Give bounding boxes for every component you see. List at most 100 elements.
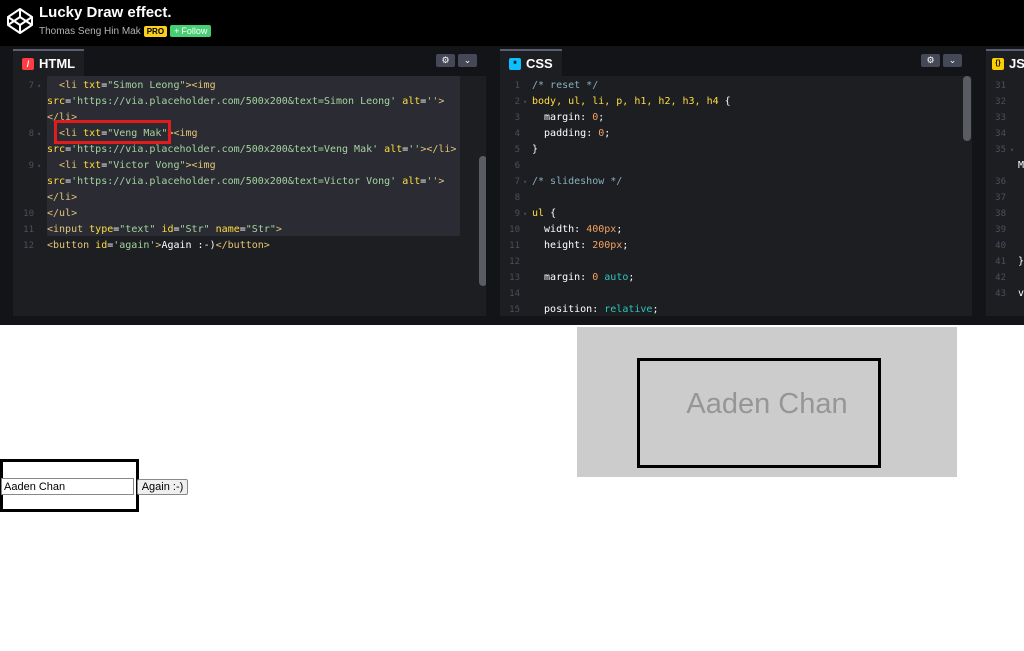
code-token: position: [532, 304, 593, 315]
code-line[interactable]: 9 ▾ ul {: [500, 206, 972, 222]
code-line[interactable]: 7 ▾ /* slideshow */: [500, 174, 972, 190]
code-token: width: [532, 224, 575, 235]
css-scroll-thumb[interactable]: [963, 76, 971, 141]
html-settings-gear-icon[interactable]: ⚙: [436, 54, 455, 67]
line-number: 38: [995, 209, 1006, 219]
code-line[interactable]: 12 <button id='again'>Again :-)</button>: [13, 238, 486, 254]
code-text: width: 400px;: [532, 222, 622, 238]
code-line[interactable]: 2 ▾ body, ul, li, p, h1, h2, h3, h4 {: [500, 94, 972, 110]
html-chevron-down-icon[interactable]: ⌄: [458, 54, 477, 67]
code-line[interactable]: 15 position: relative;: [500, 302, 972, 316]
tab-css[interactable]: * CSS: [500, 49, 562, 76]
html-editor[interactable]: / HTML ⚙ ⌄ 7 ▾ <li txt="Simon Leong"><img…: [13, 46, 486, 316]
code-line[interactable]: 1 /* reset */: [500, 78, 972, 94]
code-token: {: [550, 208, 557, 219]
code-text: ul {: [532, 206, 556, 222]
css-scrollbar[interactable]: [963, 76, 971, 316]
str-input[interactable]: [1, 478, 134, 495]
code-line[interactable]: 39: [986, 222, 1024, 238]
code-line[interactable]: 12: [500, 254, 972, 270]
code-line[interactable]: 31: [986, 78, 1024, 94]
tab-js-label: JS: [1009, 56, 1024, 71]
css-settings-gear-icon[interactable]: ⚙: [921, 54, 940, 67]
author-line: Thomas Seng Hin Mak PRO + Follow: [39, 25, 212, 37]
html-lang-icon: /: [22, 57, 34, 70]
code-line[interactable]: 10 </ul>: [13, 206, 486, 222]
js-editor[interactable]: {} JS 31 32 33 34 35 ▾ M 36 37 38 39 40 41} 42 43 v: [986, 46, 1024, 316]
code-line[interactable]: </li>: [13, 190, 486, 206]
annotation-red-box: [54, 120, 171, 144]
code-token: txt: [83, 160, 102, 171]
code-line[interactable]: 35 ▾: [986, 142, 1024, 158]
code-line[interactable]: 5}: [500, 142, 972, 158]
code-line[interactable]: 43 v: [986, 286, 1024, 302]
code-token: :: [580, 112, 593, 123]
html-code-area[interactable]: 7 ▾ <li txt="Simon Leong"><img src='https:…: [13, 76, 486, 316]
html-scroll-thumb[interactable]: [479, 156, 486, 286]
line-number: 13: [509, 273, 520, 283]
fold-arrow-icon[interactable]: ▾: [523, 94, 527, 110]
code-line[interactable]: src='https://via.placeholder.com/500x200…: [13, 94, 486, 110]
code-line[interactable]: 13 margin: 0 auto;: [500, 270, 972, 286]
line-number: 39: [995, 225, 1006, 235]
code-line[interactable]: 9 ▾ <li txt="Victor Vong"><img: [13, 158, 486, 174]
fold-arrow-icon[interactable]: ▾: [37, 126, 41, 142]
follow-button[interactable]: + Follow: [170, 25, 212, 37]
fold-arrow-icon[interactable]: ▾: [523, 174, 527, 190]
code-line[interactable]: src='https://via.placeholder.com/500x200…: [13, 142, 486, 158]
line-number: 7: [28, 81, 34, 91]
code-line[interactable]: 36: [986, 174, 1024, 190]
fold-arrow-icon[interactable]: ▾: [1010, 142, 1014, 158]
code-line[interactable]: 42: [986, 270, 1024, 286]
code-line[interactable]: 14: [500, 286, 972, 302]
code-line[interactable]: M: [986, 158, 1024, 174]
fold-arrow-icon[interactable]: ▾: [523, 206, 527, 222]
code-line[interactable]: 41}: [986, 254, 1024, 270]
fold-arrow-icon[interactable]: ▾: [37, 158, 41, 174]
tab-js[interactable]: {} JS: [986, 49, 1024, 76]
code-line[interactable]: 10 width: 400px;: [500, 222, 972, 238]
again-button[interactable]: Again :-): [137, 479, 188, 495]
codepen-logo-icon[interactable]: [6, 7, 34, 35]
css-editor[interactable]: * CSS ⚙ ⌄ 1/* reset */2 ▾ body, ul, li, p,…: [500, 46, 972, 316]
code-line[interactable]: 7 ▾ <li txt="Simon Leong"><img: [13, 78, 486, 94]
css-chevron-down-icon[interactable]: ⌄: [943, 54, 962, 67]
tab-html[interactable]: / HTML: [13, 49, 85, 76]
line-number: 2: [514, 97, 520, 107]
pro-badge: PRO: [143, 25, 168, 37]
code-token: alt: [402, 96, 421, 107]
code-token: src: [47, 176, 66, 187]
code-text: M: [1018, 160, 1024, 171]
html-scrollbar[interactable]: [479, 76, 486, 316]
pen-title[interactable]: Lucky Draw effect.: [39, 4, 172, 21]
code-line[interactable]: 33: [986, 110, 1024, 126]
code-line[interactable]: 6: [500, 158, 972, 174]
code-line[interactable]: src='https://via.placeholder.com/500x200…: [13, 174, 486, 190]
css-code-area[interactable]: 1/* reset */2 ▾ body, ul, li, p, h1, h2, h…: [500, 76, 972, 316]
code-token: "Simon Leong": [107, 80, 186, 91]
code-line[interactable]: 3 margin: 0;: [500, 110, 972, 126]
code-line[interactable]: 37: [986, 190, 1024, 206]
line-number: 34: [995, 129, 1006, 139]
code-text: height: 200px;: [532, 238, 628, 254]
code-line[interactable]: 11 <input type="text" id="Str" name="Str"…: [13, 222, 486, 238]
code-line[interactable]: 8: [500, 190, 972, 206]
code-line[interactable]: 34: [986, 126, 1024, 142]
js-code-area[interactable]: 31 32 33 34 35 ▾ M 36 37 38 39 40 41} 42 43 v: [986, 76, 1024, 316]
code-line[interactable]: 11 height: 200px;: [500, 238, 972, 254]
code-token: 200px: [592, 240, 623, 251]
line-number: 10: [509, 225, 520, 235]
code-token: >: [275, 224, 282, 235]
line-number: 42: [995, 273, 1006, 283]
code-line[interactable]: 40: [986, 238, 1024, 254]
plus-icon: +: [174, 26, 180, 36]
author-name[interactable]: Thomas Seng Hin Mak: [39, 26, 141, 37]
code-line[interactable]: 32: [986, 94, 1024, 110]
code-line[interactable]: 38: [986, 206, 1024, 222]
code-token: 'again': [113, 240, 156, 251]
fold-arrow-icon[interactable]: ▾: [37, 78, 41, 94]
line-number: 9: [28, 161, 34, 171]
line-number: 36: [995, 177, 1006, 187]
code-line[interactable]: 4 padding: 0;: [500, 126, 972, 142]
line-number: 3: [514, 113, 520, 123]
